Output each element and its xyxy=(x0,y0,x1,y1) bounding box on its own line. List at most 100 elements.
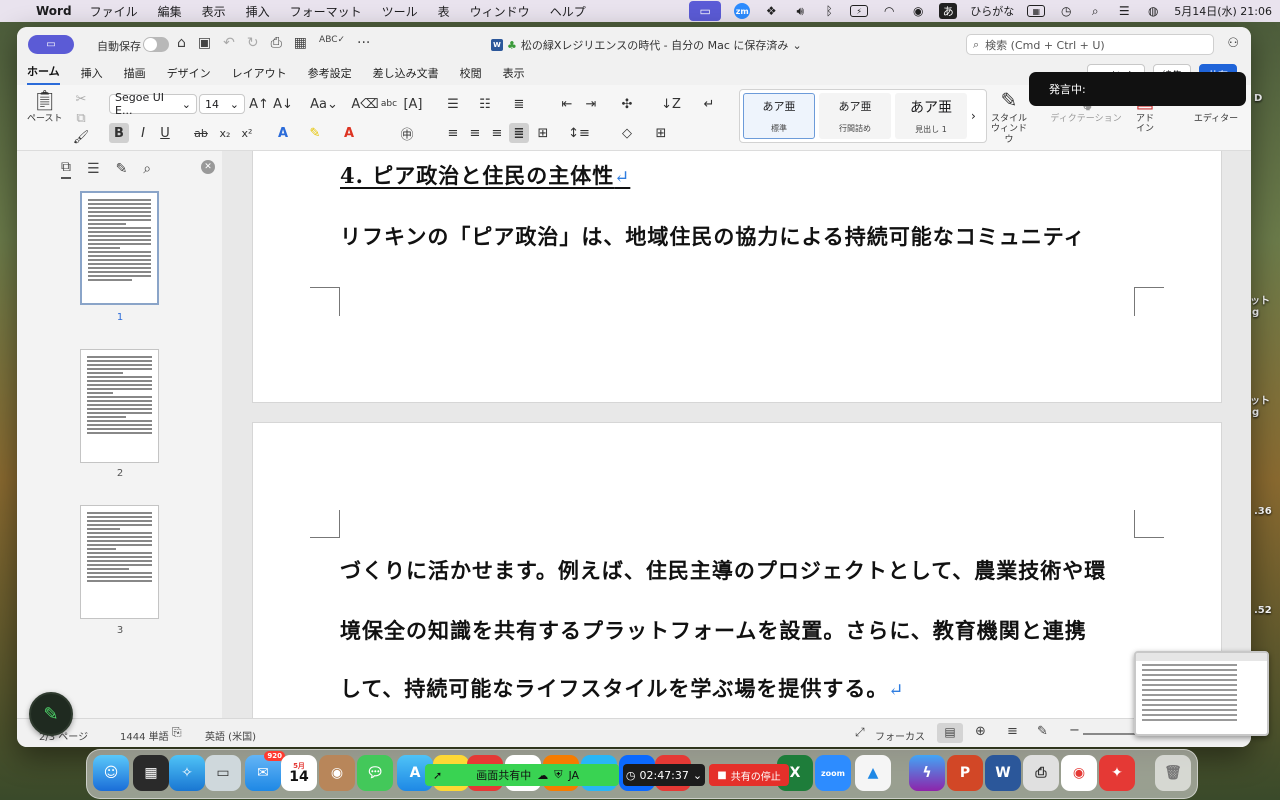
paragraph-line[interactable]: 境保全の知識を共有するプラットフォームを設置。さらに、教育機関と連携 xyxy=(340,615,1087,645)
highlight-icon[interactable]: ✎ xyxy=(305,123,325,143)
calendar-icon[interactable]: 5月 14 xyxy=(281,755,317,791)
zoom-app-icon[interactable]: zoom xyxy=(815,755,851,791)
shading-icon[interactable]: ◇ xyxy=(617,123,637,143)
control-center-icon[interactable]: ☰ xyxy=(1116,3,1132,19)
distributed-icon[interactable]: ⊞ xyxy=(533,123,553,143)
app-name-menu[interactable]: Word xyxy=(36,4,72,18)
volume-icon[interactable]: 🔊︎ xyxy=(792,3,808,19)
bluetooth-icon[interactable]: ᛒ xyxy=(821,3,837,19)
page-thumbnail-1[interactable] xyxy=(80,191,159,305)
tab-mailings[interactable]: 差し込み文書 xyxy=(373,65,439,85)
screen-share-indicator[interactable]: ▭ xyxy=(28,35,74,54)
font-size-select[interactable]: 14 ⌄ xyxy=(199,94,245,114)
tab-layout[interactable]: レイアウト xyxy=(232,65,287,85)
superscript-button[interactable]: x² xyxy=(237,123,257,143)
menu-table[interactable]: 表 xyxy=(438,3,450,20)
strikethrough-button[interactable]: ab xyxy=(191,123,211,143)
shrink-font-icon[interactable]: A↓ xyxy=(273,94,293,114)
launchpad-icon[interactable]: ▦ xyxy=(133,755,169,791)
menu-file[interactable]: ファイル xyxy=(90,3,138,20)
print-layout-icon[interactable]: ▤ xyxy=(937,723,963,743)
copilot-edit-button[interactable]: ✎ xyxy=(29,692,73,736)
user-icon[interactable]: ◉ xyxy=(910,3,926,19)
input-method-label[interactable]: ひらがな xyxy=(970,3,1014,19)
people-icon[interactable]: ⚇ xyxy=(1227,36,1239,51)
change-case-icon[interactable]: Aa⌄ xyxy=(309,94,339,114)
search-icon[interactable]: ⌕ xyxy=(1087,3,1103,19)
contacts-icon[interactable]: ◉ xyxy=(319,755,355,791)
menu-help[interactable]: ヘルプ xyxy=(550,3,586,20)
share-timer[interactable]: ◷ 02:47:37 ⌄ xyxy=(623,764,705,786)
text-effects-icon[interactable]: A xyxy=(273,123,293,143)
underline-button[interactable]: U xyxy=(155,123,175,143)
preview-icon[interactable]: ▭ xyxy=(205,755,241,791)
asian-layout-icon[interactable]: ✣ xyxy=(617,94,637,114)
home-icon[interactable]: ⌂ xyxy=(177,35,186,51)
save-icon[interactable]: ▣ xyxy=(198,35,211,51)
sort-icon[interactable]: ↓Z xyxy=(661,94,681,114)
increase-indent-icon[interactable]: ⇥ xyxy=(581,94,601,114)
mail-icon[interactable]: ✉ 920 xyxy=(245,751,285,791)
clock[interactable]: 5月14日(水) 21:06 xyxy=(1174,3,1272,19)
numbering-icon[interactable]: ☷ xyxy=(475,94,495,114)
bullets-icon[interactable]: ☰ xyxy=(443,94,463,114)
wifi-icon[interactable]: ◠ xyxy=(881,3,897,19)
italic-button[interactable]: I xyxy=(133,123,153,143)
proofing-icon[interactable]: ⎘ xyxy=(172,725,182,740)
menu-tools[interactable]: ツール xyxy=(382,3,418,20)
zoom-out-icon[interactable]: − xyxy=(1069,723,1080,738)
document-canvas[interactable]: 4. ピア政治と住民の主体性↵ リフキンの「ピア政治」は、地域住民の協力による持… xyxy=(222,151,1251,718)
borders-icon[interactable]: ⊞ xyxy=(651,123,671,143)
character-border-icon[interactable]: [A] xyxy=(403,94,423,114)
align-left-icon[interactable]: ≡ xyxy=(443,123,463,143)
line-spacing-icon[interactable]: ↕≡ xyxy=(568,123,590,143)
menu-view[interactable]: 表示 xyxy=(202,3,226,20)
stop-sharing-button[interactable]: ■ 共有の停止 xyxy=(709,764,789,786)
style-heading-1[interactable]: あア亜 見出し 1 xyxy=(895,93,967,139)
tab-view[interactable]: 表示 xyxy=(503,65,525,85)
tab-home[interactable]: ホーム xyxy=(27,63,60,85)
decrease-indent-icon[interactable]: ⇤ xyxy=(557,94,577,114)
multilevel-list-icon[interactable]: ≣ xyxy=(509,94,529,114)
chrome-icon[interactable]: ◉ xyxy=(1061,755,1097,791)
format-painter-icon[interactable]: 🖌︎ xyxy=(71,127,91,147)
subscript-button[interactable]: x₂ xyxy=(215,123,235,143)
google-drive-icon[interactable]: ▲ xyxy=(855,755,891,791)
justify-icon[interactable]: ≣ xyxy=(509,123,529,143)
menu-format[interactable]: フォーマット xyxy=(290,3,362,20)
printer-icon[interactable]: ⎙ xyxy=(1023,755,1059,791)
close-icon[interactable]: ✕ xyxy=(201,160,215,174)
input-method-icon[interactable]: あ xyxy=(939,3,958,19)
menu-insert[interactable]: 挿入 xyxy=(246,3,270,20)
tab-design[interactable]: デザイン xyxy=(167,65,211,85)
spelling-icon[interactable]: ABC✓ xyxy=(319,35,345,51)
document-title[interactable]: W ♣ 松の緑Xレジリエンスの時代 - 自分の Mac に保存済み ⌄ xyxy=(491,37,802,53)
tab-draw[interactable]: 描画 xyxy=(124,65,146,85)
phonetic-guide-icon[interactable]: abc xyxy=(379,94,399,114)
enclose-characters-icon[interactable]: ㊥ xyxy=(397,123,417,143)
show-formatting-icon[interactable]: ↵ xyxy=(699,94,719,114)
redo-icon[interactable]: ↻ xyxy=(247,35,259,51)
paragraph-line[interactable]: リフキンの「ピア政治」は、地域住民の協力による持続可能なコミュニティ xyxy=(340,221,1085,251)
undo-icon[interactable]: ↶ xyxy=(223,35,235,51)
time-machine-icon[interactable]: ◷ xyxy=(1058,3,1074,19)
paste-button[interactable]: 📋︎ ペースト xyxy=(27,89,63,125)
search-icon[interactable]: ⌕ xyxy=(143,161,151,177)
style-no-spacing[interactable]: あア亜 行間詰め xyxy=(819,93,891,139)
keyboard-icon[interactable]: ▦ xyxy=(1027,5,1046,17)
web-layout-icon[interactable]: ⊕ xyxy=(975,724,986,739)
font-color-icon[interactable]: A xyxy=(339,123,359,143)
section-heading[interactable]: 4. ピア政治と住民の主体性↵ xyxy=(340,160,630,190)
paragraph-line[interactable]: づくりに活かせます。例えば、住民主導のプロジェクトとして、農業技術や環 xyxy=(340,555,1106,585)
cut-icon[interactable]: ✂ xyxy=(71,89,91,109)
siri-icon[interactable]: ◍ xyxy=(1145,3,1161,19)
finder-icon[interactable]: ☺ xyxy=(93,755,129,791)
menu-window[interactable]: ウィンドウ xyxy=(470,3,530,20)
style-normal[interactable]: あア亜 標準 xyxy=(743,93,815,139)
safari-icon[interactable]: ✧ xyxy=(169,755,205,791)
menu-edit[interactable]: 編集 xyxy=(158,3,182,20)
thumbnails-tab-icon[interactable]: ⧉ xyxy=(61,159,71,179)
print-icon[interactable]: ⎙ xyxy=(271,35,282,51)
review-tab-icon[interactable]: ✎ xyxy=(116,161,128,177)
page-thumbnail-2[interactable] xyxy=(80,349,159,463)
